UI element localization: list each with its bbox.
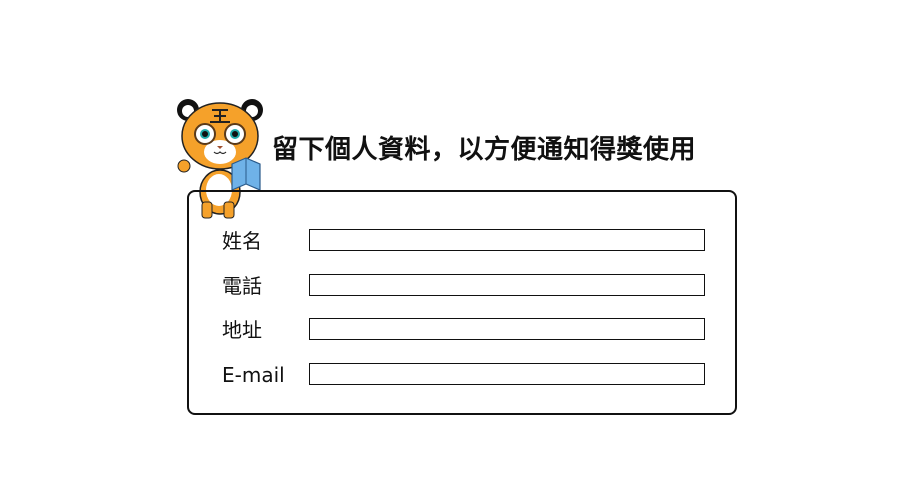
address-label: 地址 bbox=[222, 318, 262, 342]
phone-label: 電話 bbox=[222, 274, 262, 298]
address-row: 地址 bbox=[222, 318, 705, 342]
name-input[interactable] bbox=[309, 229, 705, 251]
name-label: 姓名 bbox=[222, 229, 262, 253]
address-input[interactable] bbox=[309, 318, 705, 340]
email-label: E-mail bbox=[222, 363, 285, 387]
name-row: 姓名 bbox=[222, 229, 705, 253]
page-title: 留下個人資料，以方便通知得獎使用 bbox=[272, 135, 697, 165]
phone-row: 電話 bbox=[222, 274, 705, 298]
email-input[interactable] bbox=[309, 363, 705, 385]
phone-input[interactable] bbox=[309, 274, 705, 296]
email-row: E-mail bbox=[222, 363, 705, 387]
